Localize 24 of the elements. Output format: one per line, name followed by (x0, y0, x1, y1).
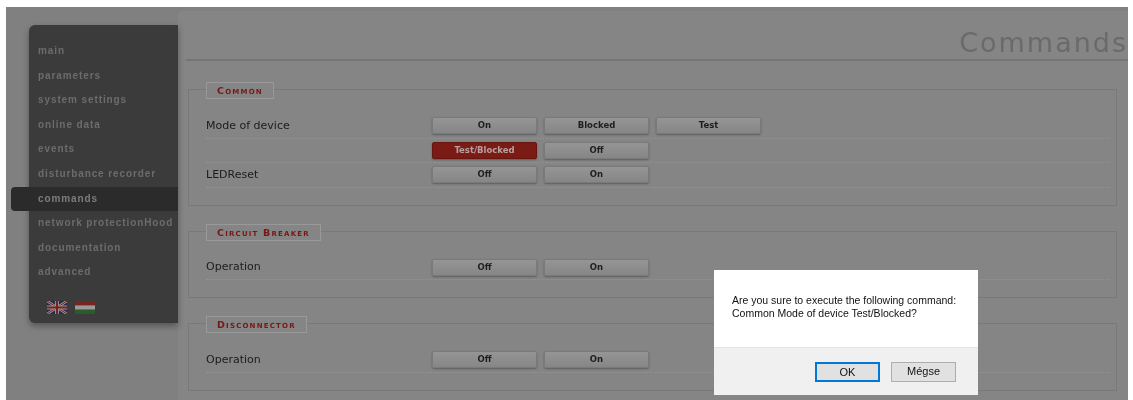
command-button[interactable]: Off (432, 166, 537, 184)
command-button[interactable]: Off (432, 351, 537, 369)
dialog-message: Are you sure to execute the following command: Common Mode of device Test/Blocked? (731, 293, 958, 321)
section-legend: Circuit Breaker (206, 223, 321, 241)
command-button[interactable]: Off (432, 258, 537, 276)
sidebar-item[interactable]: commands (11, 186, 178, 212)
command-button[interactable]: On (432, 117, 537, 135)
command-button[interactable]: Test (656, 117, 761, 135)
command-button[interactable]: On (544, 351, 649, 369)
dialog-button[interactable]: Mégse (891, 361, 956, 382)
command-button[interactable]: On (544, 258, 649, 276)
command-button[interactable]: On (544, 166, 649, 184)
field-label: Mode of device (206, 118, 290, 132)
section-legend: Disconnector (206, 316, 307, 333)
field-label: Operation (206, 352, 261, 366)
field-label: LEDReset (206, 167, 259, 181)
command-button[interactable]: Test/Blocked (432, 141, 537, 159)
flag-icon[interactable] (47, 300, 67, 314)
dialog-button[interactable]: OK (815, 361, 880, 382)
section-legend: Common (206, 82, 274, 99)
command-button[interactable]: Off (544, 141, 649, 159)
command-button[interactable]: Blocked (544, 117, 649, 135)
flag-icon[interactable] (75, 300, 95, 314)
field-label: Operation (206, 260, 261, 273)
